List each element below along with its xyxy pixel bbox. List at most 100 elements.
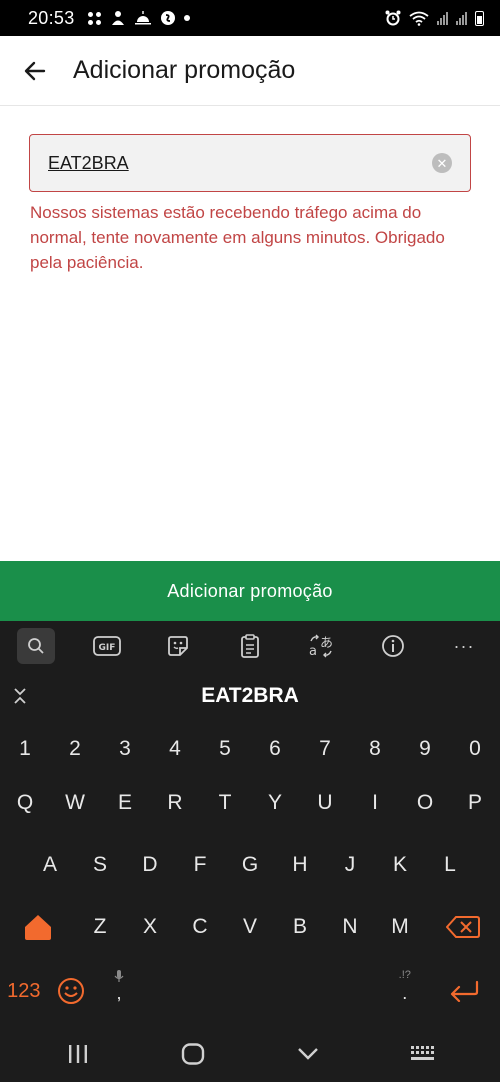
info-button[interactable] bbox=[357, 621, 428, 671]
svg-text:a: a bbox=[309, 644, 317, 658]
clipboard-icon bbox=[240, 634, 259, 658]
home-icon bbox=[181, 1042, 204, 1065]
period-label: . bbox=[402, 982, 408, 1003]
sunrise-icon bbox=[134, 11, 151, 25]
emoji-icon bbox=[58, 978, 85, 1004]
clear-circle-icon[interactable]: ✕ bbox=[432, 153, 452, 173]
collapse-icon bbox=[14, 688, 26, 704]
promo-code-input[interactable] bbox=[48, 152, 432, 174]
backspace-key[interactable] bbox=[425, 899, 500, 955]
key-t[interactable]: T bbox=[200, 775, 250, 831]
key-h[interactable]: H bbox=[275, 837, 325, 893]
microphone-icon bbox=[114, 970, 124, 982]
key-8[interactable]: 8 bbox=[350, 721, 400, 777]
sticker-button[interactable] bbox=[143, 621, 214, 671]
translate-button[interactable]: aあ bbox=[286, 621, 357, 671]
key-9[interactable]: 9 bbox=[400, 721, 450, 777]
key-1[interactable]: 1 bbox=[0, 721, 50, 777]
key-f[interactable]: F bbox=[175, 837, 225, 893]
keyboard-search-button[interactable] bbox=[0, 621, 71, 671]
key-q[interactable]: Q bbox=[0, 775, 50, 831]
key-v[interactable]: V bbox=[225, 899, 275, 955]
translate-icon: aあ bbox=[309, 634, 333, 658]
clipboard-button[interactable] bbox=[214, 621, 285, 671]
suggestion-bar: EAT2BRA bbox=[0, 673, 500, 719]
key-n[interactable]: N bbox=[325, 899, 375, 955]
key-x[interactable]: X bbox=[125, 899, 175, 955]
arrow-left-icon bbox=[24, 61, 46, 80]
back-nav-button[interactable] bbox=[268, 1025, 348, 1082]
error-message: Nossos sistemas estão recebendo tráfego … bbox=[30, 203, 445, 272]
sticker-icon bbox=[168, 636, 189, 656]
key-5[interactable]: 5 bbox=[200, 721, 250, 777]
key-y[interactable]: Y bbox=[250, 775, 300, 831]
search-icon bbox=[27, 638, 44, 654]
key-c[interactable]: C bbox=[175, 899, 225, 955]
key-r[interactable]: R bbox=[150, 775, 200, 831]
comma-key[interactable]: , bbox=[95, 963, 143, 1023]
comma-label: , bbox=[116, 982, 122, 1003]
gif-label: GIF bbox=[99, 643, 116, 653]
shift-key[interactable] bbox=[0, 899, 75, 955]
key-7[interactable]: 7 bbox=[300, 721, 350, 777]
key-2[interactable]: 2 bbox=[50, 721, 100, 777]
bottom-key-row: 123 , .!? . bbox=[0, 963, 500, 1023]
backspace-icon bbox=[445, 916, 480, 938]
person-up-icon bbox=[111, 11, 124, 25]
key-0[interactable]: 0 bbox=[450, 721, 500, 777]
key-b[interactable]: B bbox=[275, 899, 325, 955]
key-g[interactable]: G bbox=[225, 837, 275, 893]
home-button[interactable] bbox=[153, 1025, 233, 1082]
suggestion-word[interactable]: EAT2BRA bbox=[40, 684, 460, 708]
key-j[interactable]: J bbox=[325, 837, 375, 893]
key-u[interactable]: U bbox=[300, 775, 350, 831]
shift-icon bbox=[24, 915, 51, 940]
key-o[interactable]: O bbox=[400, 775, 450, 831]
key-k[interactable]: K bbox=[375, 837, 425, 893]
gif-button[interactable]: GIF bbox=[71, 621, 142, 671]
more-icon: ··· bbox=[453, 635, 475, 656]
info-icon bbox=[381, 635, 404, 657]
signal-icon bbox=[437, 11, 448, 25]
enter-icon bbox=[451, 980, 479, 1002]
letter-row-a: A S D F G H J K L bbox=[0, 837, 500, 893]
key-a[interactable]: A bbox=[25, 837, 75, 893]
key-w[interactable]: W bbox=[50, 775, 100, 831]
keyboard-icon bbox=[410, 1045, 434, 1060]
key-z[interactable]: Z bbox=[75, 899, 125, 955]
navigation-bar bbox=[0, 1025, 500, 1082]
app-bar: Adicionar promoção bbox=[0, 36, 500, 106]
gif-icon: GIF bbox=[93, 636, 121, 656]
space-key[interactable] bbox=[143, 963, 381, 1019]
battery-icon bbox=[475, 10, 484, 26]
period-key[interactable]: .!? . bbox=[381, 963, 429, 1023]
letter-row-z: Z X C V B N M bbox=[0, 899, 500, 955]
promo-code-field[interactable]: ✕ bbox=[29, 134, 471, 192]
recents-icon bbox=[68, 1044, 87, 1063]
number-row: 1 2 3 4 5 6 7 8 9 0 bbox=[0, 721, 500, 777]
key-d[interactable]: D bbox=[125, 837, 175, 893]
back-button[interactable] bbox=[0, 36, 70, 106]
back-chevron-icon bbox=[297, 1047, 318, 1060]
key-e[interactable]: E bbox=[100, 775, 150, 831]
key-4[interactable]: 4 bbox=[150, 721, 200, 777]
emoji-key[interactable] bbox=[48, 963, 96, 1019]
collapse-toolbar-button[interactable] bbox=[0, 687, 40, 705]
add-promotion-button[interactable]: Adicionar promoção bbox=[0, 561, 500, 621]
key-p[interactable]: P bbox=[450, 775, 500, 831]
recents-button[interactable] bbox=[38, 1025, 118, 1082]
key-i[interactable]: I bbox=[350, 775, 400, 831]
key-m[interactable]: M bbox=[375, 899, 425, 955]
more-button[interactable]: ··· bbox=[428, 621, 499, 671]
key-l[interactable]: L bbox=[425, 837, 475, 893]
keyboard: GIF aあ ··· EAT2BRA 1 2 3 4 5 6 7 8 9 0 Q… bbox=[0, 621, 500, 1025]
keyboard-switch-button[interactable] bbox=[383, 1025, 463, 1082]
key-6[interactable]: 6 bbox=[250, 721, 300, 777]
page-title: Adicionar promoção bbox=[73, 56, 296, 84]
key-s[interactable]: S bbox=[75, 837, 125, 893]
key-3[interactable]: 3 bbox=[100, 721, 150, 777]
symbols-key[interactable]: 123 bbox=[0, 963, 48, 1019]
enter-key[interactable] bbox=[429, 963, 500, 1019]
alarm-icon bbox=[385, 10, 401, 26]
shazam-icon bbox=[160, 11, 175, 25]
